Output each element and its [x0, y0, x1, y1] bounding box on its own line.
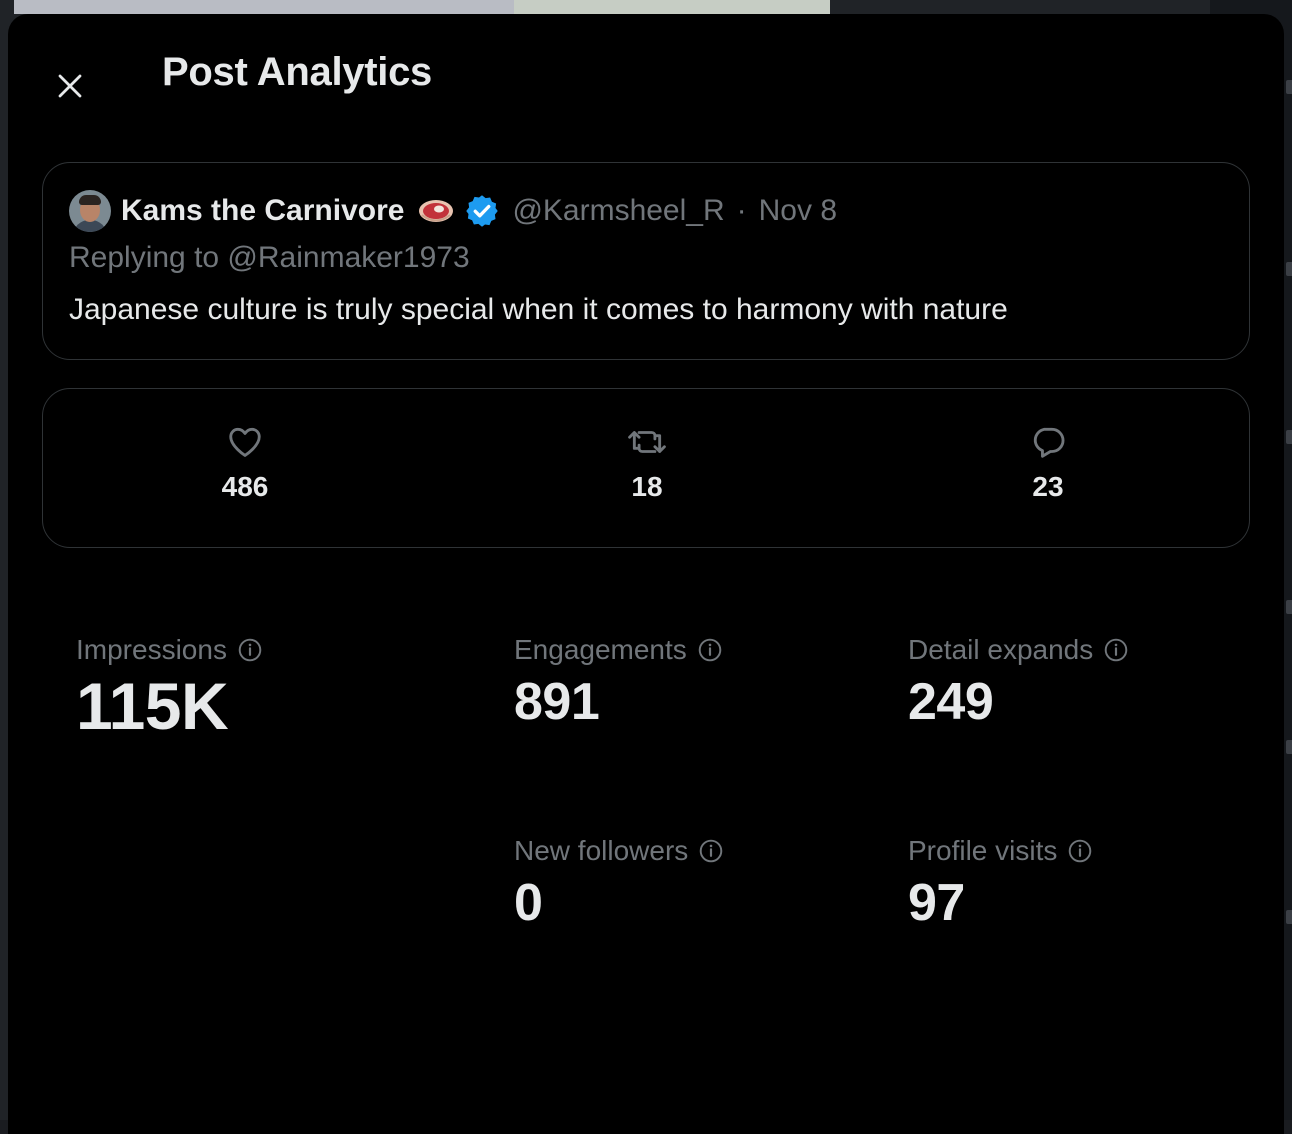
replies-count: 23: [1032, 471, 1063, 503]
metric-value: 891: [514, 672, 723, 732]
steak-emoji-icon: [416, 196, 456, 226]
verified-badge-icon[interactable]: [464, 193, 500, 229]
metric-value: 115K: [76, 668, 263, 744]
metric-label: Detail expands: [908, 634, 1093, 666]
metric-label: Profile visits: [908, 835, 1057, 867]
metric-label: Impressions: [76, 634, 227, 666]
post-card[interactable]: Kams the Carnivore @Karmsheel_R · Nov 8 …: [42, 162, 1250, 360]
replies-stat[interactable]: 23: [988, 423, 1108, 503]
metric-detail-expands: Detail expands 249: [908, 634, 1129, 732]
post-header: Kams the Carnivore @Karmsheel_R · Nov 8: [69, 189, 837, 233]
post-analytics-modal: Post Analytics Kams the Carnivore @Karms…: [8, 14, 1284, 1134]
info-icon[interactable]: [698, 838, 724, 864]
metric-value: 0: [514, 873, 724, 933]
metric-new-followers: New followers 0: [514, 835, 724, 933]
close-icon: [55, 71, 85, 101]
engagement-summary: 486 18 23: [42, 388, 1250, 548]
backdrop-map-image: [14, 0, 830, 14]
metric-value: 249: [908, 672, 1129, 732]
author-handle[interactable]: @Karmsheel_R: [512, 194, 724, 228]
post-date[interactable]: Nov 8: [759, 194, 837, 228]
info-icon[interactable]: [237, 637, 263, 663]
repost-icon: [626, 423, 668, 461]
close-button[interactable]: [44, 60, 96, 112]
replying-to: Replying to @Rainmaker1973: [69, 241, 470, 275]
likes-stat[interactable]: 486: [185, 423, 305, 503]
reposts-stat[interactable]: 18: [587, 423, 707, 503]
reposts-count: 18: [631, 471, 662, 503]
author-name[interactable]: Kams the Carnivore: [121, 194, 404, 228]
metric-engagements: Engagements 891: [514, 634, 723, 732]
info-icon[interactable]: [1103, 637, 1129, 663]
reply-icon: [1029, 423, 1067, 461]
separator-dot: ·: [737, 194, 747, 228]
info-icon[interactable]: [697, 637, 723, 663]
metric-impressions: Impressions 115K: [76, 634, 263, 744]
info-icon[interactable]: [1067, 838, 1093, 864]
heart-icon: [226, 423, 264, 461]
likes-count: 486: [222, 471, 269, 503]
modal-title: Post Analytics: [162, 44, 432, 100]
metric-value: 97: [908, 873, 1093, 933]
metric-label: Engagements: [514, 634, 687, 666]
avatar[interactable]: [69, 190, 111, 232]
post-text: Japanese culture is truly special when i…: [69, 293, 1008, 327]
metric-label: New followers: [514, 835, 688, 867]
metric-profile-visits: Profile visits 97: [908, 835, 1093, 933]
